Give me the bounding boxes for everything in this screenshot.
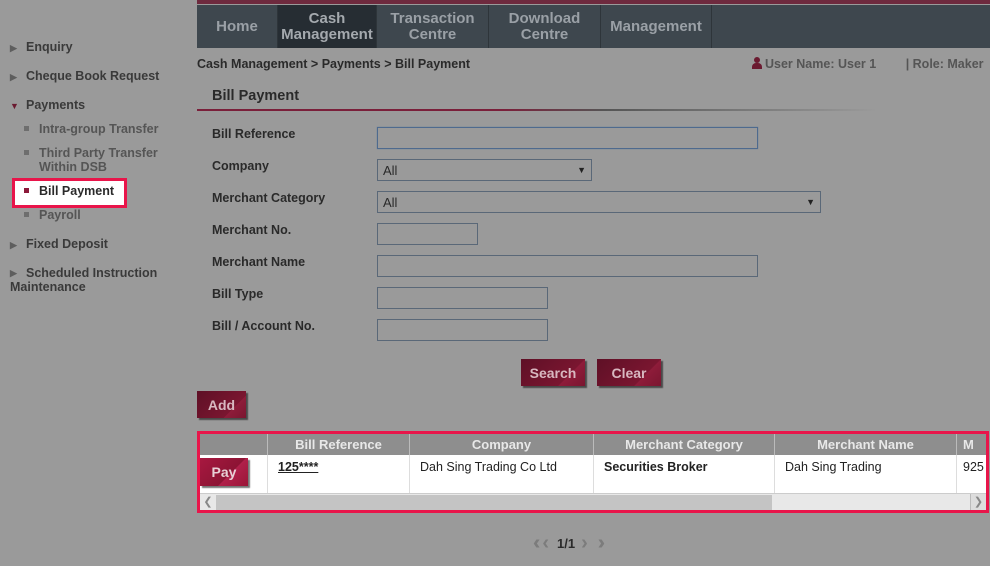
bill-type-label: Bill Type <box>212 287 264 301</box>
merchant-category-label: Merchant Category <box>212 191 326 205</box>
company-label: Company <box>212 159 269 173</box>
bullet-icon <box>24 150 29 155</box>
sidebar-subitem-bill-payment[interactable]: Bill Payment <box>24 184 114 198</box>
nav-management[interactable]: Management <box>601 5 712 48</box>
column-header-merchant-category[interactable]: Merchant Category <box>594 434 775 455</box>
action-cell: Pay <box>200 455 268 493</box>
main-nav: Home Cash Management Transaction Centre … <box>197 5 990 48</box>
sidebar-item-enquiry[interactable]: ▶ Enquiry <box>10 40 73 54</box>
merchant-category-selected-value: All <box>383 194 398 210</box>
chevron-down-icon: ▼ <box>806 197 815 207</box>
user-info: User Name: User 1 | Role: Maker <box>752 57 984 71</box>
merchant-category-select[interactable]: All ▼ <box>377 191 821 213</box>
user-role: | Role: Maker <box>905 57 984 71</box>
sidebar-item-cheque-book-request[interactable]: ▶ Cheque Book Request <box>10 69 159 83</box>
triangle-right-icon: ▶ <box>10 268 17 278</box>
bill-reference-input[interactable] <box>377 127 758 149</box>
bullet-icon <box>24 126 29 131</box>
top-accent-strip <box>197 0 990 4</box>
nav-download-centre[interactable]: Download Centre <box>489 5 601 48</box>
scroll-right-icon[interactable]: ❯ <box>970 494 986 510</box>
nav-cash-management[interactable]: Cash Management <box>278 5 377 48</box>
column-header-company[interactable]: Company <box>410 434 594 455</box>
merchant-name-input[interactable] <box>377 255 758 277</box>
sidebar-item-scheduled-instruction[interactable]: ▶ Scheduled Instruction Maintenance <box>10 266 170 294</box>
bill-type-input[interactable] <box>377 287 548 309</box>
results-table: Bill Reference Company Merchant Category… <box>197 431 989 513</box>
sidebar-subitem-payroll[interactable]: Payroll <box>24 208 81 222</box>
prev-page-icon[interactable]: ‹ <box>542 533 549 553</box>
triangle-right-icon: ▶ <box>10 240 17 250</box>
page-title: Bill Payment <box>212 88 300 104</box>
sidebar-item-label: Third Party Transfer Within DSB <box>39 146 158 174</box>
bill-account-no-input[interactable] <box>377 319 548 341</box>
last-page-icon[interactable]: ›› <box>598 533 607 553</box>
sidebar-subitem-third-party-transfer[interactable]: Third Party Transfer Within DSB <box>24 146 174 174</box>
triangle-down-icon: ▼ <box>10 101 19 111</box>
table-header: Bill Reference Company Merchant Category… <box>200 434 986 455</box>
user-name-label: User Name: <box>765 57 835 71</box>
triangle-right-icon: ▶ <box>10 43 17 53</box>
merchant-no-label: Merchant No. <box>212 223 292 237</box>
horizontal-scrollbar[interactable]: ❮ ❯ <box>200 493 986 510</box>
company-cell: Dah Sing Trading Co Ltd <box>410 455 594 493</box>
next-page-icon[interactable]: › <box>581 533 588 553</box>
pagination: ‹‹ ‹ 1/1 › ›› <box>533 533 607 553</box>
sidebar-item-label: Enquiry <box>26 40 73 54</box>
user-name-value: User 1 <box>837 57 877 71</box>
table-row: Pay 125**** Dah Sing Trading Co Ltd Secu… <box>200 455 986 493</box>
title-divider <box>197 109 877 111</box>
column-header-merchant-no[interactable]: M <box>957 434 986 455</box>
search-button[interactable]: Search <box>521 359 585 386</box>
column-header-merchant-name[interactable]: Merchant Name <box>775 434 957 455</box>
column-header-action <box>200 434 268 455</box>
column-header-bill-reference[interactable]: Bill Reference <box>268 434 410 455</box>
bill-reference-link[interactable]: 125**** <box>278 460 318 474</box>
first-page-icon[interactable]: ‹‹ <box>533 533 542 553</box>
bill-account-no-label: Bill / Account No. <box>212 319 316 333</box>
sidebar-item-label: Cheque Book Request <box>26 69 160 83</box>
merchant-no-input[interactable] <box>377 223 478 245</box>
add-button[interactable]: Add <box>197 391 246 418</box>
sidebar-item-label: Scheduled Instruction Maintenance <box>10 266 158 294</box>
merchant-name-label: Merchant Name <box>212 255 306 269</box>
breadcrumb: Cash Management > Payments > Bill Paymen… <box>197 57 471 71</box>
company-select[interactable]: All ▼ <box>377 159 592 181</box>
chevron-down-icon: ▼ <box>577 165 586 175</box>
bill-reference-label: Bill Reference <box>212 127 296 141</box>
scroll-left-icon[interactable]: ❮ <box>200 494 216 510</box>
sidebar-item-label: Intra-group Transfer <box>39 122 159 136</box>
scrollbar-thumb[interactable] <box>216 495 772 510</box>
sidebar-item-label: Fixed Deposit <box>26 237 108 251</box>
merchant-no-cell: 925 <box>957 455 986 493</box>
bullet-icon <box>24 188 29 193</box>
nav-home[interactable]: Home <box>197 5 278 48</box>
nav-transaction-centre[interactable]: Transaction Centre <box>377 5 489 48</box>
triangle-right-icon: ▶ <box>10 72 17 82</box>
user-icon <box>752 57 762 69</box>
merchant-category-cell: Securities Broker <box>594 455 775 493</box>
sidebar-subitem-intra-group-transfer[interactable]: Intra-group Transfer <box>24 122 158 136</box>
sidebar-item-fixed-deposit[interactable]: ▶ Fixed Deposit <box>10 237 108 251</box>
page-indicator: 1/1 <box>557 535 576 551</box>
sidebar-item-label: Bill Payment <box>39 184 115 198</box>
sidebar-item-label: Payroll <box>39 208 81 222</box>
bill-reference-cell: 125**** <box>268 455 410 493</box>
clear-button[interactable]: Clear <box>597 359 661 386</box>
company-selected-value: All <box>383 162 398 178</box>
sidebar-item-label: Payments <box>26 98 86 112</box>
merchant-name-cell: Dah Sing Trading <box>775 455 957 493</box>
pay-button[interactable]: Pay <box>200 458 248 486</box>
sidebar-item-payments[interactable]: ▼ Payments <box>10 98 85 112</box>
bullet-icon <box>24 212 29 217</box>
